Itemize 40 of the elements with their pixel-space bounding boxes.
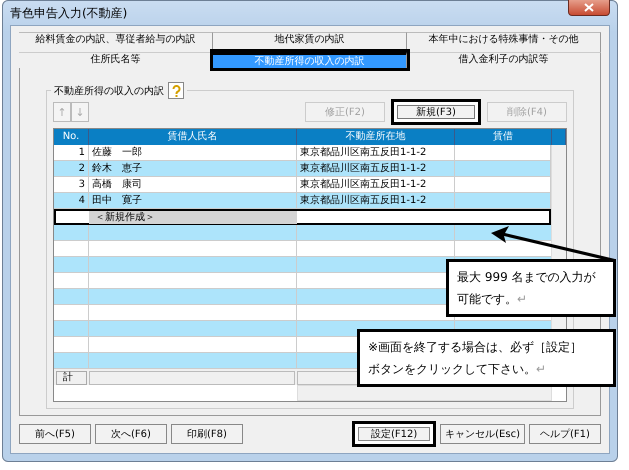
footer-button[interactable]: 印刷(F8) [171, 424, 243, 444]
table-cell: 2 [54, 161, 89, 177]
table-cell: 鈴木 恵子 [89, 161, 297, 177]
header-corner [552, 129, 566, 145]
table-cell: 佐藤 一郎 [89, 145, 297, 161]
table-cell: 1 [54, 145, 89, 161]
table-cell: 3 [54, 177, 89, 193]
table-cell: 東京都品川区南五反田1-1-2 [297, 161, 455, 177]
table-cell: 東京都品川区南五反田1-1-2 [297, 193, 455, 209]
tab[interactable]: 給料賃金の内訳、専従者給与の内訳 [19, 32, 213, 52]
close-icon [584, 2, 594, 12]
table-cell: 高橋 康司 [89, 177, 297, 193]
question-icon [172, 84, 180, 96]
callout-tooltip: 最大 999 名までの入力が 可能です。↵ [446, 259, 616, 317]
callout-tooltip: ※画面を終了する場合は、必ず［設定］ ボタンをクリックして下さい。↵ [357, 329, 616, 387]
total-label: 計 [56, 371, 87, 385]
column-header: No. [54, 129, 89, 145]
window-title: 青色申告入力(不動産) [10, 4, 128, 22]
footer-button[interactable]: 設定(F12) [352, 421, 436, 447]
action-button[interactable]: 新規(F3) [391, 99, 481, 125]
footer-button[interactable]: 前へ(F5) [19, 424, 91, 444]
table-cell: 4 [54, 193, 89, 209]
footer-button[interactable]: キャンセル(Esc) [440, 424, 525, 444]
footer-button[interactable]: ヘルプ(F1) [529, 424, 601, 444]
tab[interactable]: 借入金利子の内訳等 [407, 52, 601, 68]
footer-button[interactable]: 次へ(F6) [95, 424, 167, 444]
help-button[interactable] [168, 82, 184, 99]
tab[interactable]: 本年中における特殊事情・その他 [407, 32, 601, 52]
column-header: 賃借人氏名 [89, 129, 297, 145]
new-entry-row[interactable]: ＜新規作成＞ [54, 209, 551, 225]
new-entry-cell[interactable]: ＜新規作成＞ [89, 211, 297, 224]
table-cell: 田中 寛子 [89, 193, 297, 209]
horizontal-scrollbar[interactable] [297, 385, 552, 401]
close-button[interactable] [568, 0, 610, 16]
group-title: 不動産所得の収入の内訳 [54, 84, 164, 98]
column-header: 賃借 [455, 129, 552, 145]
column-header: 不動産所在地 [297, 129, 455, 145]
table-cell: 東京都品川区南五反田1-1-2 [297, 145, 455, 161]
tab[interactable]: 住所氏名等 [19, 52, 213, 68]
table-cell: 東京都品川区南五反田1-1-2 [297, 177, 455, 193]
